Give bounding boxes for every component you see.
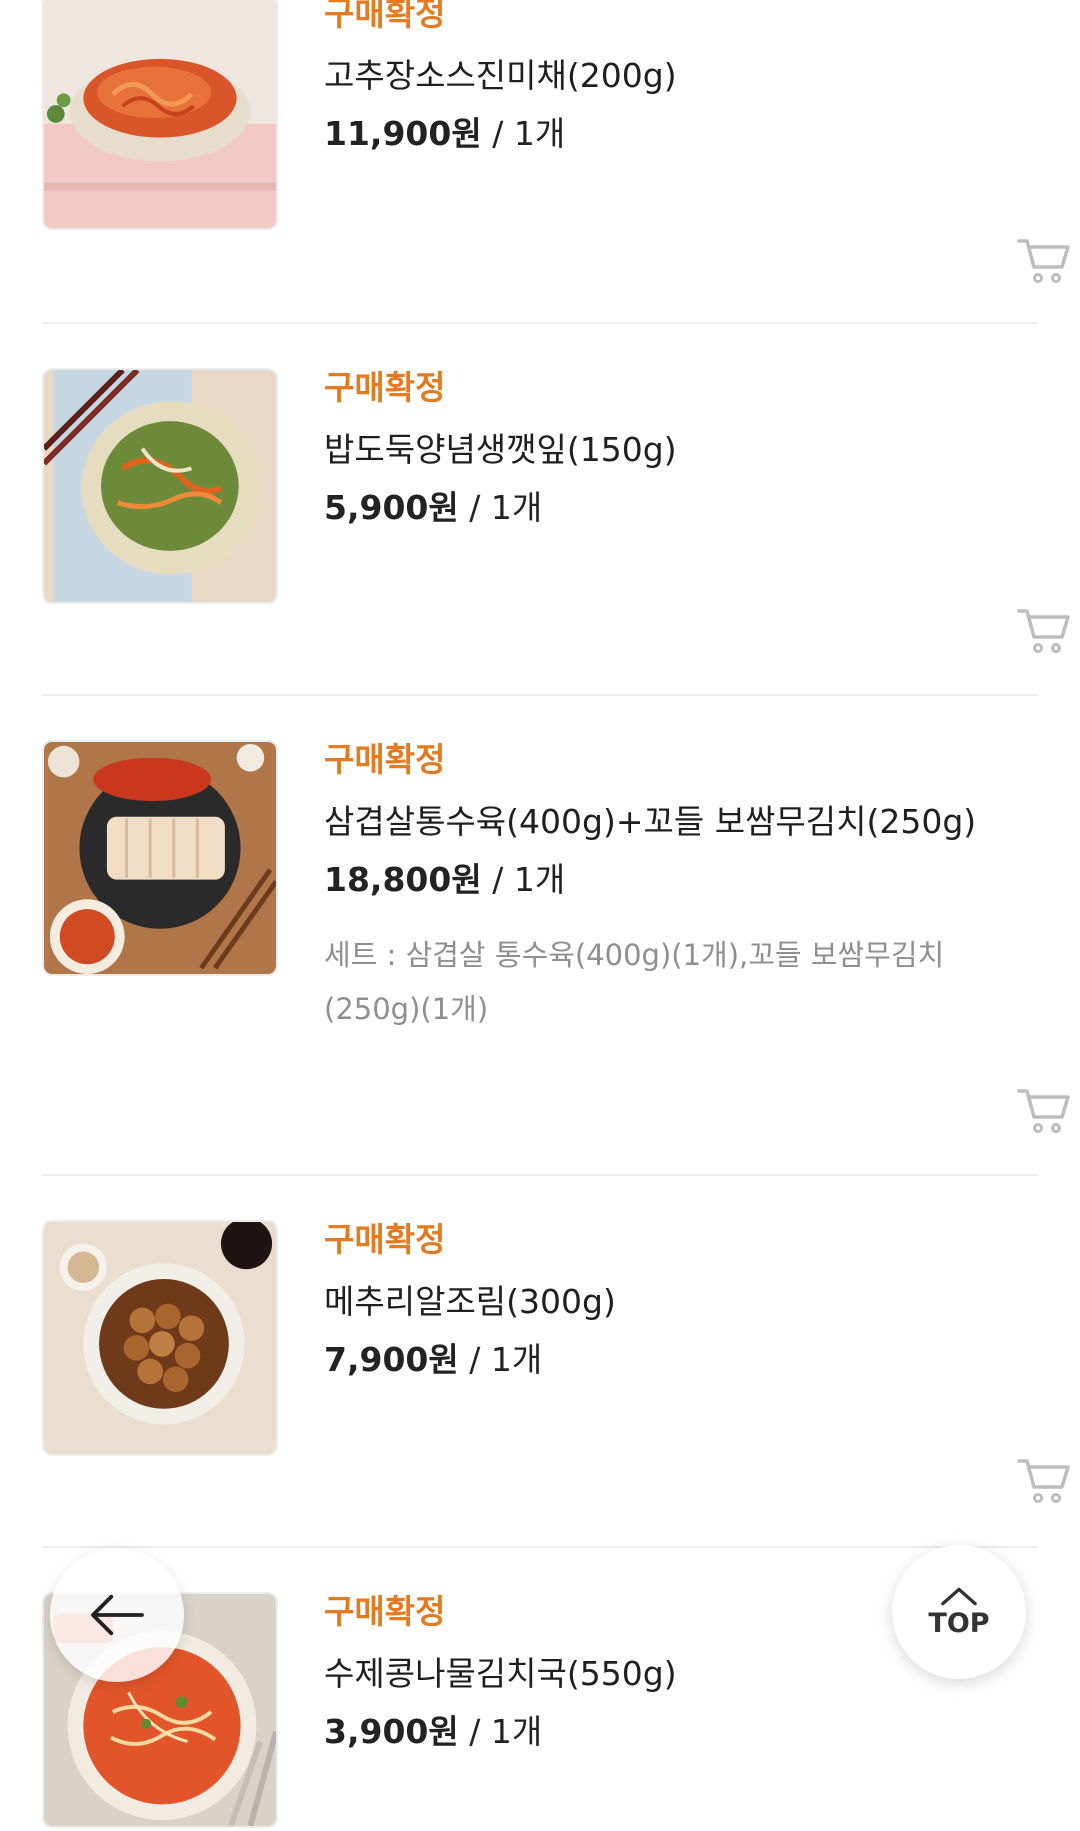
- add-to-cart-button[interactable]: [1016, 1086, 1072, 1136]
- price-amount: 7,900원: [324, 1340, 459, 1379]
- product-thumbnail[interactable]: [42, 368, 278, 604]
- product-name[interactable]: 밥도둑양념생깻잎(150g): [324, 430, 1038, 470]
- cart-icon: [1017, 609, 1070, 653]
- quantity-label: / 1개: [492, 114, 566, 153]
- set-composition-line: 세트 : 삼겹살 통수육(400g)(1개),꼬들 보쌈무김치: [324, 938, 945, 972]
- price-amount: 3,900원: [324, 1712, 459, 1751]
- order-status-label: 구매확정: [324, 740, 446, 779]
- cart-icon: [1017, 239, 1070, 283]
- order-history-page: 구매확정 고추장소스진미채(200g) 11,900원 / 1개 구매확정 밥도…: [0, 0, 1080, 1831]
- price-amount: 18,800원: [324, 860, 482, 899]
- scroll-to-top-button[interactable]: TOP: [892, 1545, 1026, 1679]
- product-price: 11,900원 / 1개: [324, 114, 1038, 154]
- cart-icon: [1017, 1459, 1070, 1503]
- cart-icon: [1017, 1089, 1070, 1133]
- order-status-label: 구매확정: [324, 1220, 446, 1259]
- product-thumbnail[interactable]: [42, 1220, 278, 1456]
- quantity-label: / 1개: [469, 1340, 543, 1379]
- item-divider: [42, 1174, 1038, 1176]
- add-to-cart-button[interactable]: [1016, 606, 1072, 656]
- product-name[interactable]: 메추리알조림(300g): [324, 1282, 1038, 1322]
- arrow-left-icon: [91, 1594, 144, 1636]
- back-button[interactable]: [50, 1548, 184, 1682]
- item-divider: [42, 1546, 1038, 1548]
- price-amount: 11,900원: [324, 114, 482, 153]
- product-price: 18,800원 / 1개: [324, 860, 1038, 900]
- quantity-label: / 1개: [469, 488, 543, 527]
- item-divider: [42, 694, 1038, 696]
- set-composition: 세트 : 삼겹살 통수육(400g)(1개),꼬들 보쌈무김치 (250g)(1…: [324, 928, 984, 1036]
- product-price: 3,900원 / 1개: [324, 1712, 1038, 1752]
- product-thumbnail[interactable]: [42, 740, 278, 976]
- order-status-label: 구매확정: [324, 368, 446, 407]
- chevron-up-icon: [941, 1587, 977, 1606]
- quantity-label: / 1개: [469, 1712, 543, 1751]
- product-thumbnail[interactable]: [42, 0, 278, 230]
- product-name[interactable]: 고추장소스진미채(200g): [324, 56, 1038, 96]
- add-to-cart-button[interactable]: [1016, 1456, 1072, 1506]
- price-amount: 5,900원: [324, 488, 459, 527]
- set-composition-line: (250g)(1개): [324, 992, 489, 1026]
- order-status-label: 구매확정: [324, 0, 446, 33]
- product-price: 5,900원 / 1개: [324, 488, 1038, 528]
- quantity-label: / 1개: [492, 860, 566, 899]
- product-name[interactable]: 삼겹살통수육(400g)+꼬들 보쌈무김치(250g): [324, 802, 1038, 842]
- product-price: 7,900원 / 1개: [324, 1340, 1038, 1380]
- add-to-cart-button[interactable]: [1016, 236, 1072, 286]
- scroll-to-top-label: TOP: [928, 1608, 990, 1639]
- item-divider: [42, 322, 1038, 324]
